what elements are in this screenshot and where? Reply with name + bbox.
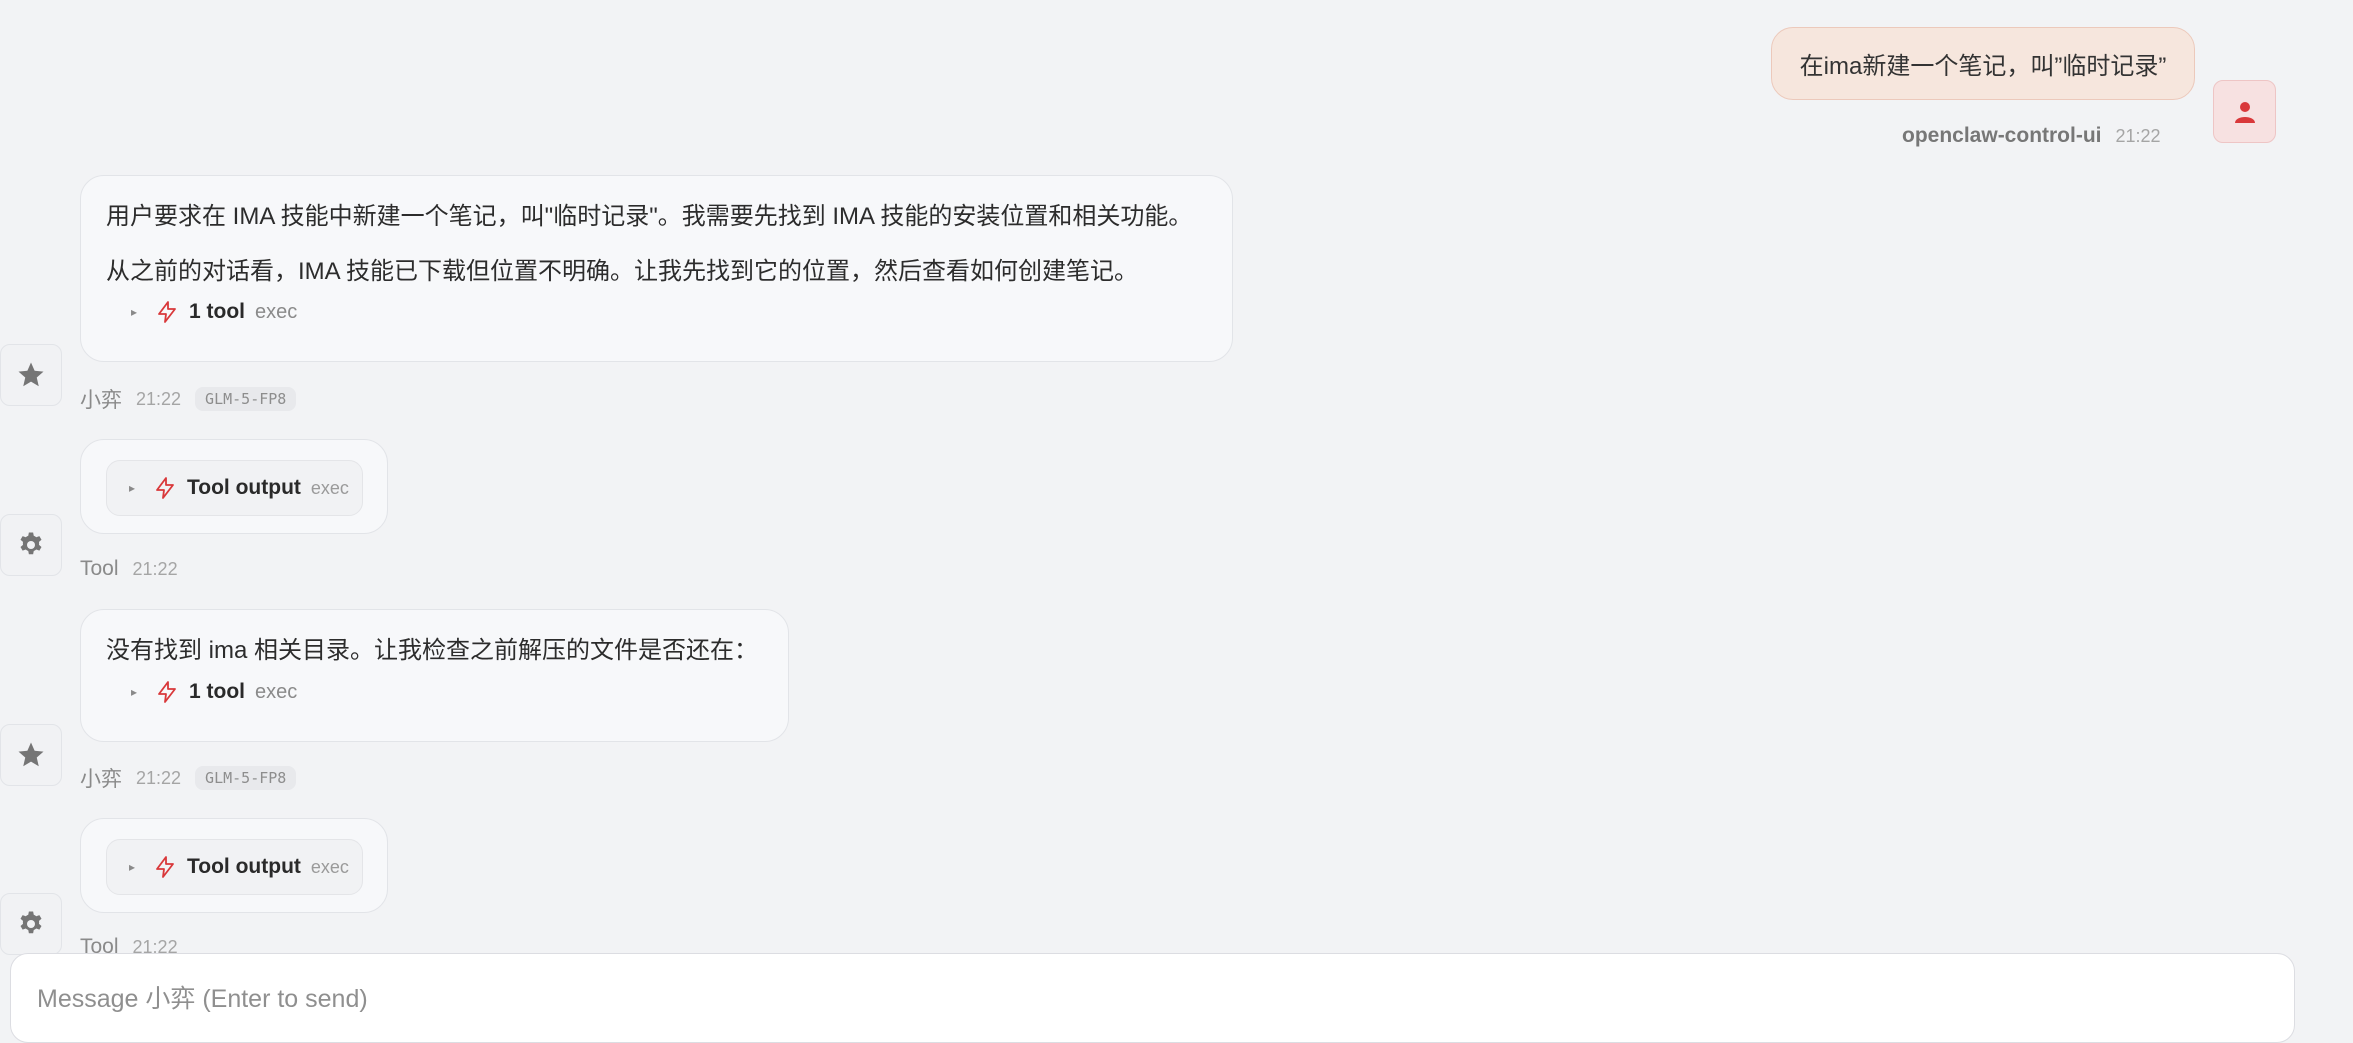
assistant-avatar [0, 344, 62, 406]
gear-icon [20, 911, 42, 934]
assistant-sender: 小弈 [80, 768, 122, 791]
model-badge: GLM-5-FP8 [195, 766, 297, 790]
user-message-time: 21:22 [2115, 125, 2161, 146]
gear-icon [20, 532, 42, 555]
message-paragraph: 从之前的对话看，IMA 技能已下载但位置不明确。让我先找到它的位置，然后查看如何… [106, 258, 1139, 285]
message-paragraph: 没有找到 ima 相关目录。让我检查之前解压的文件是否还在： [106, 637, 759, 664]
expand-caret-icon: ▸ [131, 685, 138, 699]
tool-message-bubble: ▸ Tool output exec [80, 818, 388, 913]
user-message-meta: openclaw-control-ui 21:22 [1902, 121, 2161, 151]
tool-sender: Tool [80, 557, 119, 580]
tool-count-label: 1 tool [189, 680, 245, 703]
user-avatar [2213, 80, 2276, 143]
expand-caret-icon: ▸ [129, 860, 136, 874]
expand-caret-icon: ▸ [131, 305, 138, 319]
lightning-icon [158, 681, 176, 703]
user-sender: openclaw-control-ui [1902, 124, 2102, 147]
tool-message-bubble: ▸ Tool output exec [80, 439, 388, 534]
tool-call-toggle[interactable]: ▸ 1 tool exec [131, 300, 297, 324]
message-composer [10, 953, 2295, 1043]
star-icon [18, 742, 44, 767]
message-input[interactable] [35, 978, 2239, 1020]
model-badge: GLM-5-FP8 [195, 387, 297, 411]
user-message-bubble: 在ima新建一个笔记，叫”临时记录” [1771, 27, 2195, 100]
assistant-message-meta: 小弈 21:22 GLM-5-FP8 [80, 384, 297, 414]
tool-output-toggle[interactable]: ▸ Tool output exec [106, 460, 363, 516]
message-time: 21:22 [136, 767, 182, 788]
message-time: 21:22 [136, 388, 182, 409]
star-icon [18, 362, 44, 387]
tool-kind-label: exec [255, 300, 298, 323]
tool-count-label: 1 tool [189, 300, 245, 323]
tool-avatar [0, 893, 62, 955]
expand-caret-icon: ▸ [129, 481, 136, 495]
message-time: 21:22 [132, 558, 178, 579]
user-message-text: 在ima新建一个笔记，叫”临时记录” [1799, 53, 2167, 80]
person-icon [2234, 101, 2255, 123]
assistant-avatar [0, 724, 62, 786]
assistant-message-meta: 小弈 21:22 GLM-5-FP8 [80, 763, 297, 793]
tool-call-toggle[interactable]: ▸ 1 tool exec [131, 680, 297, 704]
tool-output-label: Tool output [187, 855, 301, 878]
lightning-icon [158, 301, 176, 323]
tool-kind-label: exec [255, 680, 298, 703]
tool-avatar [0, 514, 62, 576]
tool-output-toggle[interactable]: ▸ Tool output exec [106, 839, 363, 895]
tool-kind-label: exec [310, 477, 349, 498]
lightning-icon [156, 856, 174, 878]
assistant-message-bubble: 没有找到 ima 相关目录。让我检查之前解压的文件是否还在： ▸ 1 tool … [80, 609, 789, 742]
lightning-icon [156, 477, 174, 499]
tool-message-meta: Tool 21:22 [80, 554, 178, 584]
assistant-message-bubble: 用户要求在 IMA 技能中新建一个笔记，叫"临时记录"。我需要先找到 IMA 技… [80, 175, 1233, 362]
tool-output-label: Tool output [187, 476, 301, 499]
assistant-sender: 小弈 [80, 389, 122, 412]
tool-kind-label: exec [310, 856, 349, 877]
message-paragraph: 用户要求在 IMA 技能中新建一个笔记，叫"临时记录"。我需要先找到 IMA 技… [106, 203, 1193, 230]
